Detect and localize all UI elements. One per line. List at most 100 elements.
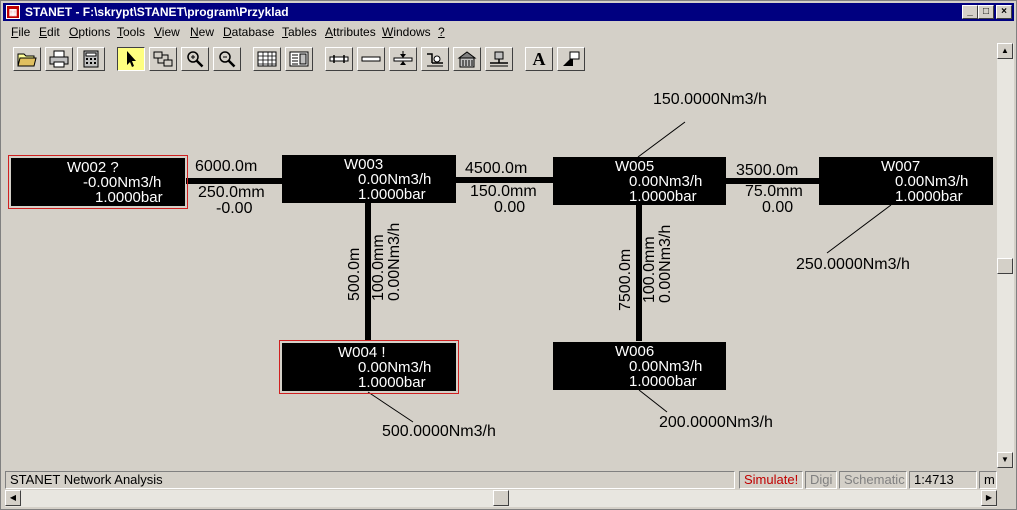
calculate-button[interactable]	[77, 47, 105, 71]
pipe-w003-w005-length: 4500.0m	[465, 160, 528, 177]
consumer-tool-button[interactable]	[485, 47, 513, 71]
horizontal-scrollbar[interactable]: ◀ ▶	[5, 490, 997, 507]
vertical-scroll-thumb[interactable]	[997, 258, 1013, 274]
node-name: W004 !	[338, 344, 386, 361]
zoom-in-icon	[187, 51, 204, 68]
scroll-up-button[interactable]: ▲	[997, 43, 1013, 59]
node-pressure: 1.0000bar	[358, 186, 426, 203]
station-tool-button[interactable]	[453, 47, 481, 71]
menu-options[interactable]: Options	[69, 25, 110, 39]
application-window: ▦ STANET - F:\skrypt\STANET\program\Przy…	[0, 0, 1017, 510]
arrow-pointer-icon	[127, 51, 136, 67]
menu-windows[interactable]: Windows	[382, 25, 431, 39]
node-pressure: 1.0000bar	[629, 373, 697, 390]
menu-tools[interactable]: Tools	[117, 25, 145, 39]
consumer-w006-demand: 200.0000Nm3/h	[659, 414, 773, 431]
node-pressure: 1.0000bar	[629, 188, 697, 205]
pipe-w002-w003-diameter: 250.0mm	[198, 184, 265, 201]
scroll-left-button[interactable]: ◀	[5, 490, 21, 506]
pump-tool-button[interactable]	[421, 47, 449, 71]
line-tool-button[interactable]	[357, 47, 385, 71]
menu-file[interactable]: File	[11, 25, 30, 39]
text-tool-button[interactable]: A	[525, 47, 553, 71]
valve-tool-button[interactable]	[389, 47, 417, 71]
node-w006[interactable]: W006 0.00Nm3/h 1.0000bar	[553, 342, 726, 390]
select-tool-button[interactable]	[117, 47, 145, 71]
network-select-icon	[153, 51, 173, 67]
node-name: W007	[881, 158, 921, 175]
zoom-in-button[interactable]	[181, 47, 209, 71]
consumer-w007-demand: 250.0000Nm3/h	[796, 256, 910, 273]
valve-icon	[393, 51, 413, 65]
network-select-button[interactable]	[149, 47, 177, 71]
fill-icon	[563, 51, 580, 66]
node-name: W006	[615, 343, 655, 360]
station-icon	[457, 51, 477, 68]
menu-attributes[interactable]: Attributes	[325, 25, 376, 39]
schematic-status[interactable]: Schematic	[839, 471, 907, 489]
zoom-out-button[interactable]	[213, 47, 241, 71]
node-w002[interactable]: W002 ? -0.00Nm3/h 1.0000bar	[8, 155, 188, 209]
simulate-status[interactable]: Simulate!	[739, 471, 803, 489]
consumer-w005-demand: 150.0000Nm3/h	[653, 91, 767, 108]
vertical-scrollbar[interactable]: ▲ ▼	[997, 43, 1014, 468]
pipe-w003-w004-flow: 0.00Nm3/h	[386, 222, 403, 301]
menu-tables[interactable]: Tables	[282, 25, 317, 39]
pipe-w005-w006-diameter: 100.0mm	[641, 236, 658, 303]
calculator-icon	[83, 50, 99, 68]
pipe-w002-w003-length: 6000.0m	[195, 158, 258, 175]
menu-view[interactable]: View	[154, 25, 180, 39]
form-view-button[interactable]	[285, 47, 313, 71]
toolbar: A	[3, 43, 993, 73]
network-canvas[interactable]: W002 ? -0.00Nm3/h 1.0000bar W003 0.00Nm3…	[5, 75, 997, 467]
node-name: W005	[615, 158, 655, 175]
node-flow: 0.00Nm3/h	[629, 358, 703, 375]
form-icon	[289, 51, 309, 67]
window-title: STANET - F:\skrypt\STANET\program\Przykl…	[25, 5, 289, 19]
menu-new[interactable]: New	[190, 25, 214, 39]
leader-w007	[826, 204, 892, 254]
print-icon	[49, 50, 69, 68]
consumer-w004-demand: 500.0000Nm3/h	[382, 423, 496, 440]
node-name: W003	[344, 156, 384, 173]
node-flow: 0.00Nm3/h	[895, 173, 969, 190]
menu-bar: File Edit Options Tools View New Databas…	[3, 23, 1014, 41]
node-w005[interactable]: W005 0.00Nm3/h 1.0000bar	[553, 157, 726, 205]
node-pressure: 1.0000bar	[895, 188, 963, 205]
node-w007[interactable]: W007 0.00Nm3/h 1.0000bar	[819, 157, 993, 205]
title-bar[interactable]: ▦ STANET - F:\skrypt\STANET\program\Przy…	[3, 3, 1014, 21]
node-pressure: 1.0000bar	[95, 189, 163, 206]
pipe-tool-button[interactable]	[325, 47, 353, 71]
leader-w005	[637, 121, 686, 158]
stanet-app-icon[interactable]: ▦	[6, 5, 20, 19]
open-button[interactable]	[13, 47, 41, 71]
pipe-w003-w004-diameter: 100.0mm	[370, 234, 387, 301]
scroll-right-button[interactable]: ▶	[981, 490, 997, 506]
minimize-button[interactable]: _	[962, 5, 978, 19]
pump-icon	[427, 53, 443, 67]
horizontal-scroll-thumb[interactable]	[493, 490, 509, 506]
pipe-w005-w007-diameter: 75.0mm	[745, 183, 803, 200]
node-flow: -0.00Nm3/h	[83, 174, 162, 191]
consumer-icon	[490, 51, 508, 67]
fill-tool-button[interactable]	[557, 47, 585, 71]
pipe-icon	[329, 55, 349, 63]
close-button[interactable]: ×	[996, 5, 1012, 19]
menu-help[interactable]: ?	[438, 25, 445, 39]
open-folder-icon	[17, 53, 37, 67]
menu-edit[interactable]: Edit	[39, 25, 60, 39]
print-button[interactable]	[45, 47, 73, 71]
pipe-w005-w007-flow: 0.00	[762, 199, 794, 216]
node-w003[interactable]: W003 0.00Nm3/h 1.0000bar	[282, 155, 456, 203]
node-flow: 0.00Nm3/h	[358, 171, 432, 188]
node-name: W002 ?	[67, 159, 119, 176]
scroll-down-button[interactable]: ▼	[997, 452, 1013, 468]
maximize-button[interactable]: □	[978, 5, 994, 19]
table-view-button[interactable]	[253, 47, 281, 71]
node-w004[interactable]: W004 ! 0.00Nm3/h 1.0000bar	[279, 340, 459, 394]
digi-status[interactable]: Digi	[805, 471, 837, 489]
line-icon	[361, 56, 381, 62]
text-icon: A	[532, 49, 546, 69]
status-bar: STANET Network Analysis Simulate! Digi S…	[5, 470, 997, 490]
menu-database[interactable]: Database	[223, 25, 274, 39]
